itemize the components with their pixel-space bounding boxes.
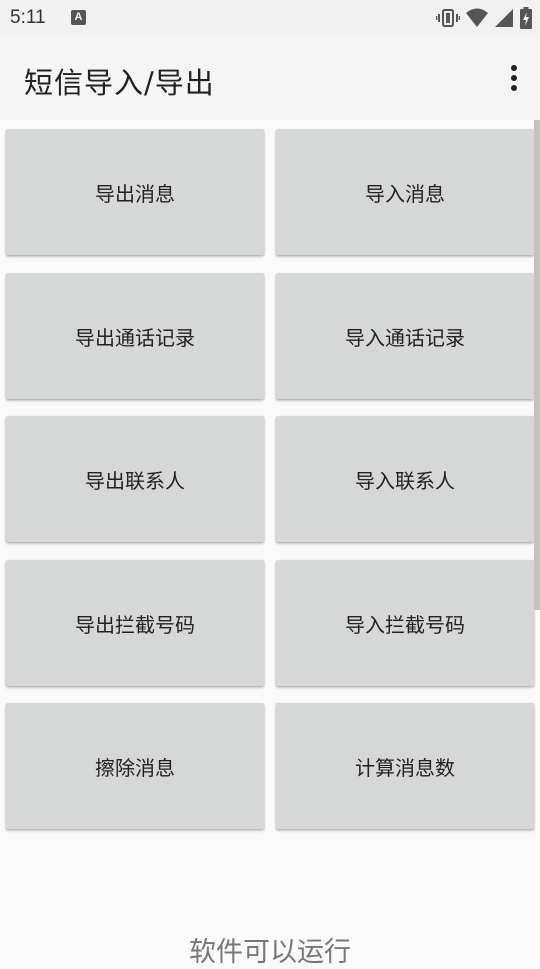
scrollbar[interactable]: [534, 120, 540, 610]
page-title: 短信导入/导出: [24, 66, 215, 100]
export-contacts-button[interactable]: 导出联系人: [6, 416, 264, 542]
erase-messages-button[interactable]: 擦除消息: [6, 703, 264, 829]
button-grid: 导出消息 导入消息 导出通话记录 导入通话记录 导出联系人 导入联系人 导出拦截…: [0, 120, 540, 968]
menu-dot: [511, 65, 517, 71]
notification-app-icon: A: [71, 10, 86, 25]
app-bar: 短信导入/导出: [0, 36, 540, 120]
status-icons: [436, 6, 532, 30]
menu-dot: [511, 85, 517, 91]
export-call-logs-button[interactable]: 导出通话记录: [6, 273, 264, 399]
status-bar: 5:11 A: [0, 0, 540, 36]
export-blocked-numbers-button[interactable]: 导出拦截号码: [6, 560, 264, 686]
count-messages-button[interactable]: 计算消息数: [276, 703, 534, 829]
export-messages-button[interactable]: 导出消息: [6, 129, 264, 255]
more-vert-icon[interactable]: [504, 60, 524, 96]
status-time: 5:11: [10, 7, 46, 28]
cell-signal-icon: [495, 9, 513, 27]
status-message: 软件可以运行: [189, 937, 351, 968]
import-contacts-button[interactable]: 导入联系人: [276, 416, 534, 542]
menu-dot: [511, 75, 517, 81]
import-call-logs-button[interactable]: 导入通话记录: [276, 273, 534, 399]
vibrate-icon: [436, 9, 460, 27]
import-blocked-numbers-button[interactable]: 导入拦截号码: [276, 560, 534, 686]
battery-charging-icon: [520, 7, 532, 29]
wifi-icon: [466, 8, 488, 27]
import-messages-button[interactable]: 导入消息: [276, 129, 534, 255]
